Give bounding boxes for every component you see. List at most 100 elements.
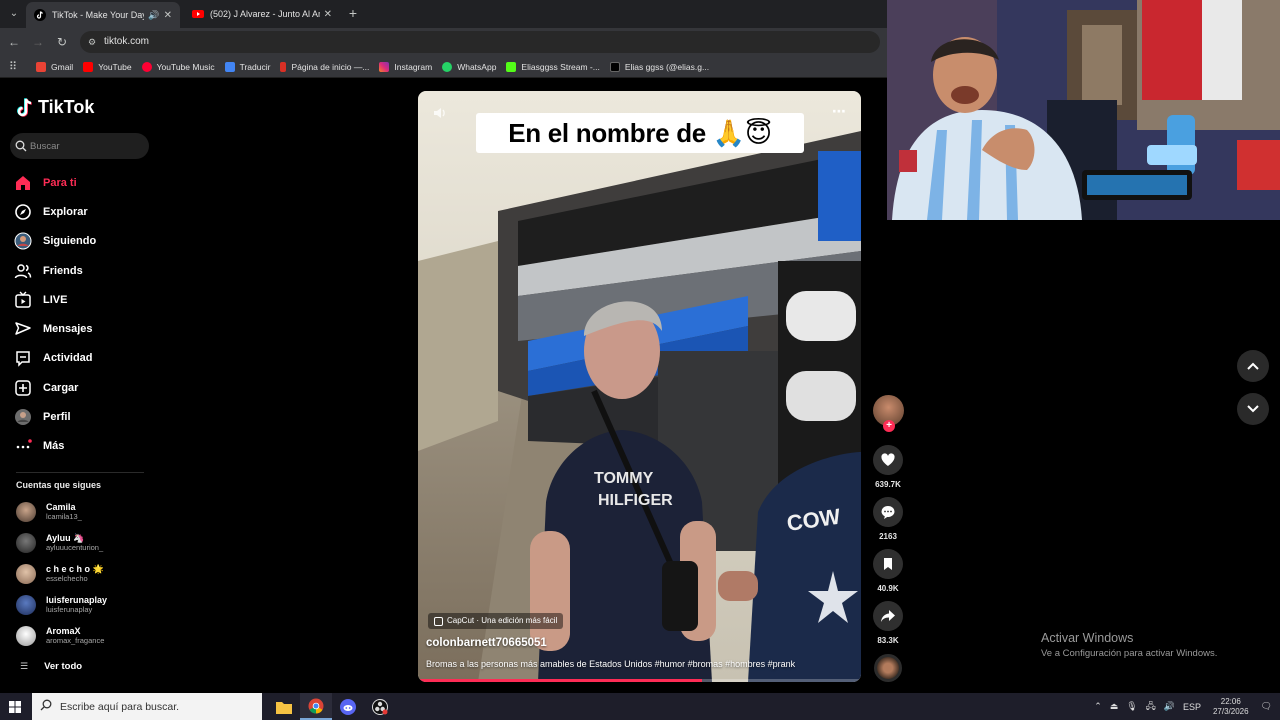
bookmark-eliasggss-stream[interactable]: Eliasggss Stream -... [506, 61, 600, 72]
nav-item-cargar[interactable]: Cargar [14, 373, 164, 402]
gmail-icon [36, 61, 46, 72]
youtube-icon [83, 61, 94, 72]
avatar [16, 563, 36, 584]
comment-icon [873, 497, 903, 527]
tab-tiktok[interactable]: TikTok - Make Your Day 🔊 ✕ [26, 2, 180, 28]
bookmark-whatsapp[interactable]: WhatsApp [442, 61, 496, 72]
next-video-button[interactable] [1237, 393, 1269, 425]
following-item[interactable]: luisferunaplay luisferunaplay [16, 589, 107, 620]
video-author[interactable]: colonbarnett70665051 [426, 637, 547, 649]
tiktok-logo-icon [17, 97, 32, 117]
file-explorer-icon[interactable] [268, 693, 300, 720]
upload-icon [14, 379, 32, 397]
notifications-icon[interactable]: 🗨 [1261, 701, 1272, 712]
search-box[interactable] [10, 133, 149, 159]
forward-arrow-icon[interactable]: → [30, 34, 46, 50]
avatar [16, 594, 36, 615]
share-button[interactable]: 83.3K [870, 601, 906, 645]
windows-taskbar: Escribe aquí para buscar. ⌃ ⏏ 🎙 🖧 🔊 ESP … [0, 693, 1280, 720]
network-icon[interactable]: 🖧 [1146, 699, 1156, 715]
volume-icon[interactable] [432, 105, 448, 121]
bookmark-pagina-inicio[interactable]: Página de inicio —... [280, 61, 369, 72]
friends-icon [14, 262, 32, 280]
follow-plus-icon[interactable]: + [883, 420, 895, 432]
nav-item-friends[interactable]: Friends [14, 256, 164, 285]
apps-grid-icon[interactable]: ⠿ [6, 60, 20, 74]
microphone-icon[interactable]: 🎙 [1126, 701, 1137, 712]
like-count: 639.7K [875, 480, 901, 489]
avatar [16, 533, 36, 554]
bookmark-icon [280, 61, 287, 72]
kick-icon [506, 61, 517, 72]
bookmark-youtube[interactable]: YouTube [83, 61, 132, 72]
clock[interactable]: 22:06 27/3/2026 [1213, 697, 1249, 717]
address-bar[interactable]: ⚙ tiktok.com [80, 31, 880, 53]
system-tray: ⌃ ⏏ 🎙 🖧 🔊 ESP 22:06 27/3/2026 🗨 [1090, 693, 1280, 720]
previous-video-button[interactable] [1237, 350, 1269, 382]
following-item[interactable]: AromaX aromax_fragance [16, 620, 107, 651]
video-frame: TOMMY HILFIGER COW [418, 91, 861, 682]
reload-icon[interactable]: ↻ [54, 34, 70, 50]
like-button[interactable]: 639.7K [870, 445, 906, 489]
nav-item-para-ti[interactable]: Para ti [14, 168, 164, 197]
video-progress-bar[interactable] [418, 679, 861, 682]
nav-item-perfil[interactable]: Perfil [14, 402, 164, 431]
capcut-badge[interactable]: CapCut · Una edición más fácil [428, 613, 564, 629]
obs-icon[interactable] [364, 693, 396, 720]
comment-button[interactable]: 2163 [870, 497, 906, 541]
following-item[interactable]: c h e c h o 🌟 esselchecho [16, 559, 107, 590]
tiktok-favicon-icon [34, 9, 46, 21]
music-disc-icon[interactable] [874, 654, 902, 682]
following-item[interactable]: Camila lcamila13_ [16, 497, 107, 528]
tab-search-chevron-icon[interactable]: ⌄ [6, 6, 22, 22]
bookmark-youtube-music[interactable]: YouTube Music [141, 61, 215, 72]
youtube-favicon-icon [192, 8, 204, 20]
bookmark-gmail[interactable]: Gmail [36, 61, 73, 72]
search-icon [40, 699, 52, 714]
webcam-overlay [887, 0, 1280, 220]
windows-start-icon[interactable] [0, 693, 30, 720]
video-player[interactable]: TOMMY HILFIGER COW En el nombre de 🙏😇 ⋯ … [418, 91, 861, 682]
new-tab-plus-icon[interactable]: + [345, 5, 361, 21]
language-indicator[interactable]: ESP [1183, 702, 1201, 712]
list-icon: ☰ [20, 661, 29, 671]
back-arrow-icon[interactable]: ← [6, 34, 22, 50]
share-icon [873, 601, 903, 631]
following-item[interactable]: Ayluu 🦄 ayluuucenturion_ [16, 528, 107, 559]
nav-item-mensajes[interactable]: Mensajes [14, 314, 164, 343]
see-all-link[interactable]: ☰ Ver todo [20, 661, 82, 672]
search-icon [15, 140, 27, 152]
site-settings-icon[interactable]: ⚙ [88, 36, 100, 48]
search-input[interactable] [30, 140, 140, 152]
more-options-icon[interactable]: ⋯ [832, 103, 847, 120]
video-description: Bromas a las personas más amables de Est… [426, 659, 796, 669]
tab-youtube[interactable]: (502) J Alvarez - Junto Al Amanecer ✕ [184, 3, 340, 25]
nav-item-actividad[interactable]: Actividad [14, 344, 164, 373]
bookmark-traducir[interactable]: Traducir [224, 61, 270, 72]
usb-icon[interactable]: ⏏ [1110, 701, 1119, 712]
share-count: 83.3K [877, 636, 899, 645]
chevron-up-icon [1247, 362, 1259, 370]
volume-icon[interactable]: 🔊 [1164, 701, 1175, 712]
tiktok-logo[interactable]: TikTok [16, 97, 94, 118]
show-hidden-icons-chevron-icon[interactable]: ⌃ [1094, 701, 1102, 712]
nav-item-explorar[interactable]: Explorar [14, 197, 164, 226]
nav-item-mas[interactable]: Más [14, 432, 164, 461]
discord-icon[interactable] [332, 693, 364, 720]
bookmark-elias-tiktok[interactable]: Elias ggss (@elias.g... [609, 61, 709, 72]
profile-avatar-icon [14, 408, 32, 426]
video-overlay-text: En el nombre de 🙏😇 [476, 113, 804, 153]
taskbar-search-box[interactable]: Escribe aquí para buscar. [32, 693, 262, 720]
nav-item-live[interactable]: LIVE [14, 285, 164, 314]
nav-item-siguiendo[interactable]: Siguiendo [14, 227, 164, 256]
speaker-icon[interactable]: 🔊 [148, 10, 159, 21]
close-icon[interactable]: ✕ [164, 10, 172, 21]
whatsapp-icon [442, 61, 453, 72]
chrome-icon[interactable] [300, 693, 332, 720]
logo-text: TikTok [38, 97, 95, 117]
activate-windows-watermark: Activar Windows Ve a Configuración para … [1041, 631, 1218, 659]
close-icon[interactable]: ✕ [324, 9, 332, 20]
url-text: tiktok.com [104, 36, 150, 47]
bookmark-instagram[interactable]: Instagram [379, 61, 432, 72]
save-button[interactable]: 40.9K [870, 549, 906, 593]
